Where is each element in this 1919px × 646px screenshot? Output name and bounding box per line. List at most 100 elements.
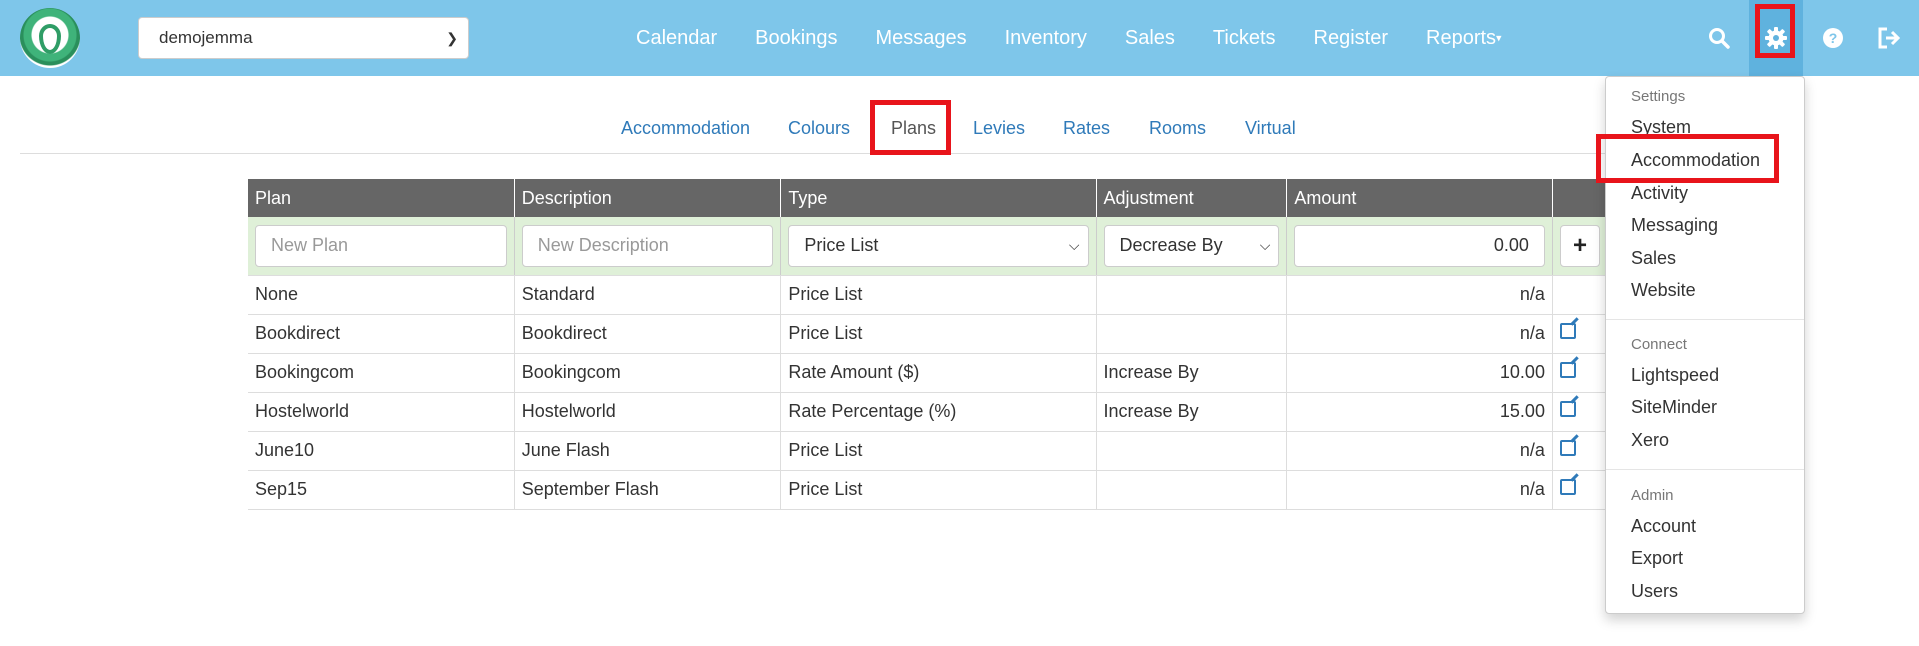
adjustment-cell: Increase By: [1096, 392, 1288, 432]
plans-table: Plan Description Type Adjustment Amount …: [248, 179, 1609, 510]
type-cell: Price List: [780, 275, 1097, 315]
plans-highlight-box: [870, 100, 951, 155]
gear-highlight-box: [1755, 4, 1795, 58]
table-row: Bookingcom Bookingcom Rate Amount ($) Incre…: [248, 353, 1609, 393]
adjustment-cell: [1096, 470, 1288, 510]
adjustment-cell: [1096, 314, 1288, 354]
property-select[interactable]: demojemma ❯: [138, 17, 469, 59]
type-cell: Price List: [780, 314, 1097, 354]
adjustment-select-value: Decrease By: [1119, 234, 1223, 255]
app-logo[interactable]: [20, 8, 80, 68]
nav-tickets[interactable]: Tickets: [1194, 0, 1295, 76]
nav-calendar[interactable]: Calendar: [617, 0, 736, 76]
type-select[interactable]: Price List ⌵: [788, 224, 1089, 267]
tab-rates[interactable]: Rates: [1063, 118, 1110, 139]
plan-cell: June10: [248, 431, 515, 471]
chevron-down-icon: ⌵: [1259, 236, 1271, 253]
plan-cell: Bookdirect: [248, 314, 515, 354]
new-plan-row: New Plan New Description Price List ⌵ Dec…: [248, 217, 1609, 276]
tab-colours[interactable]: Colours: [788, 118, 850, 139]
logout-button[interactable]: [1862, 0, 1916, 76]
property-select-value: demojemma: [159, 28, 253, 47]
menu-header-admin: Admin: [1631, 487, 1674, 504]
adjustment-cell: [1096, 275, 1288, 315]
description-cell: Hostelworld: [514, 392, 782, 432]
actions-cell: [1552, 470, 1609, 510]
search-icon: [1709, 28, 1730, 49]
plan-cell: None: [248, 275, 515, 315]
adjustment-select[interactable]: Decrease By ⌵: [1103, 224, 1280, 267]
actions-cell: [1552, 353, 1609, 393]
new-plan-input[interactable]: New Plan: [255, 224, 507, 267]
svg-text:?: ?: [1829, 30, 1838, 46]
amount-cell: n/a: [1286, 431, 1553, 471]
menu-item-lightspeed[interactable]: Lightspeed: [1631, 365, 1719, 386]
plan-cell: Sep15: [248, 470, 515, 510]
edit-icon[interactable]: [1559, 362, 1576, 378]
menu-item-activity[interactable]: Activity: [1631, 183, 1688, 204]
tab-virtual[interactable]: Virtual: [1245, 118, 1296, 139]
column-header-plan: Plan: [248, 179, 515, 217]
plan-cell: Bookingcom: [248, 353, 515, 393]
settings-subnav: Accommodation Colours Plans Levies Rates…: [20, 102, 1630, 154]
main-nav: Calendar Bookings Messages Inventory Sal…: [617, 0, 1521, 76]
tab-levies[interactable]: Levies: [973, 118, 1025, 139]
edit-icon[interactable]: [1559, 479, 1576, 495]
type-cell: Rate Amount ($): [780, 353, 1097, 393]
help-icon: ?: [1823, 28, 1843, 48]
menu-item-siteminder[interactable]: SiteMinder: [1631, 397, 1717, 418]
menu-item-messaging[interactable]: Messaging: [1631, 215, 1718, 236]
type-cell: Price List: [780, 431, 1097, 471]
nav-reports-label: Reports: [1426, 27, 1497, 49]
nav-inventory[interactable]: Inventory: [986, 0, 1106, 76]
column-header-adjustment: Adjustment: [1096, 179, 1288, 217]
amount-input[interactable]: 0.00: [1294, 224, 1545, 267]
menu-item-export[interactable]: Export: [1631, 548, 1683, 569]
menu-item-sales[interactable]: Sales: [1631, 248, 1676, 269]
chevron-down-icon: ❯: [446, 30, 458, 46]
table-header-row: Plan Description Type Adjustment Amount: [248, 179, 1609, 217]
nav-register[interactable]: Register: [1295, 0, 1407, 76]
actions-cell: [1552, 431, 1609, 471]
amount-cell: n/a: [1286, 275, 1553, 315]
caret-down-icon: ▾: [1496, 32, 1502, 45]
nav-sales[interactable]: Sales: [1106, 0, 1194, 76]
edit-icon[interactable]: [1559, 440, 1576, 456]
edit-icon[interactable]: [1559, 401, 1576, 417]
add-plan-button[interactable]: +: [1559, 224, 1600, 267]
type-cell: Price List: [780, 470, 1097, 510]
top-navbar: demojemma ❯ Calendar Bookings Messages I…: [0, 0, 1919, 76]
search-button[interactable]: [1692, 0, 1746, 76]
new-description-input[interactable]: New Description: [521, 224, 774, 267]
description-cell: Bookingcom: [514, 353, 782, 393]
menu-item-xero[interactable]: Xero: [1631, 430, 1669, 451]
menu-item-account[interactable]: Account: [1631, 516, 1696, 537]
amount-cell: 15.00: [1286, 392, 1553, 432]
menu-item-users[interactable]: Users: [1631, 581, 1678, 602]
menu-header-connect: Connect: [1631, 336, 1687, 353]
adjustment-cell: Increase By: [1096, 353, 1288, 393]
chevron-down-icon: ⌵: [1068, 236, 1080, 253]
amount-cell: 10.00: [1286, 353, 1553, 393]
actions-cell: [1552, 275, 1609, 315]
help-button[interactable]: ?: [1806, 0, 1860, 76]
accommodation-highlight-box: [1596, 134, 1779, 183]
nav-bookings[interactable]: Bookings: [736, 0, 856, 76]
column-header-amount: Amount: [1286, 179, 1553, 217]
amount-cell: n/a: [1286, 470, 1553, 510]
edit-icon[interactable]: [1559, 323, 1576, 339]
description-cell: September Flash: [514, 470, 782, 510]
table-row: Bookdirect Bookdirect Price List n/a: [248, 314, 1609, 354]
table-row: Sep15 September Flash Price List n/a: [248, 470, 1609, 510]
menu-divider: [1606, 319, 1804, 320]
nav-reports[interactable]: Reports▾: [1407, 0, 1521, 76]
tab-accommodation[interactable]: Accommodation: [621, 118, 750, 139]
description-cell: Bookdirect: [514, 314, 782, 354]
column-header-actions: [1552, 179, 1609, 217]
actions-cell: [1552, 392, 1609, 432]
tab-rooms[interactable]: Rooms: [1149, 118, 1206, 139]
type-cell: Rate Percentage (%): [780, 392, 1097, 432]
nav-messages[interactable]: Messages: [856, 0, 985, 76]
menu-item-website[interactable]: Website: [1631, 280, 1696, 301]
actions-cell: [1552, 314, 1609, 354]
